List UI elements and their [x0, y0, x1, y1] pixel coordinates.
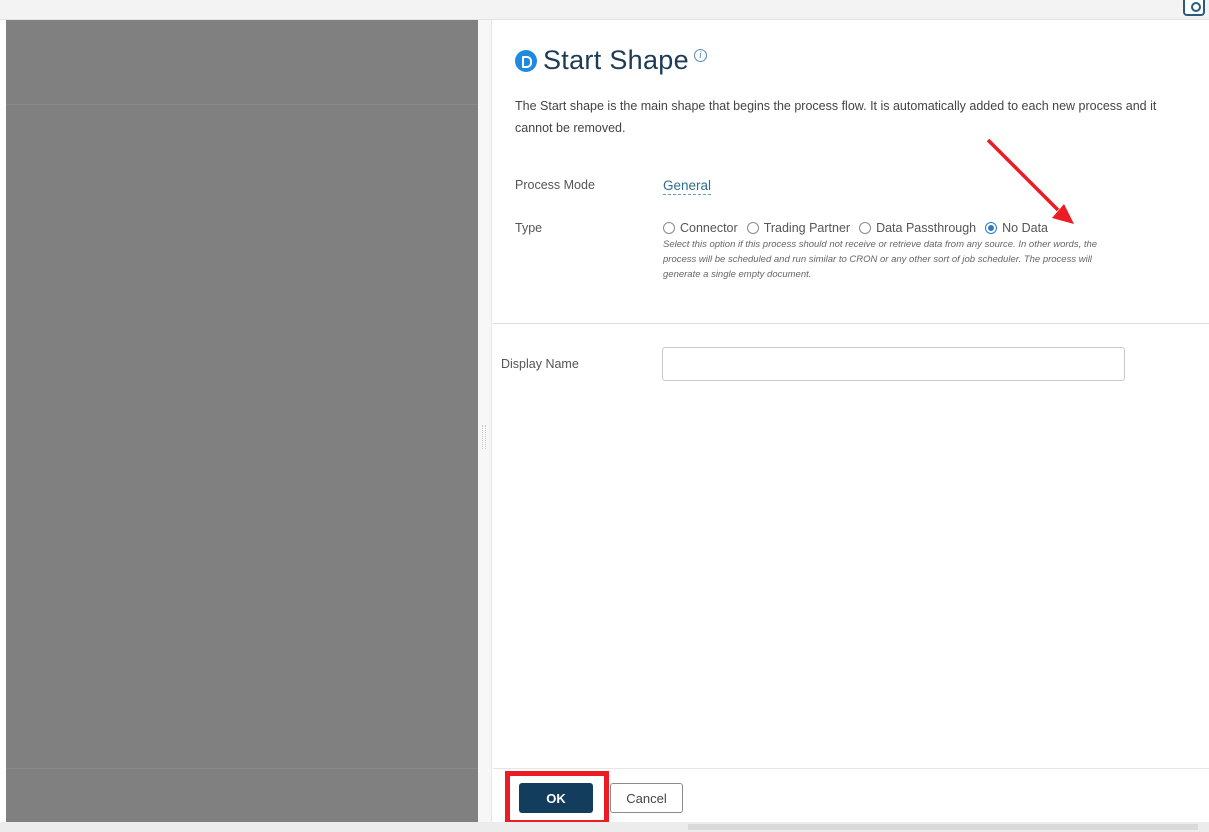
settings-icon[interactable]: [1183, 0, 1205, 16]
radio-trading-partner-label: Trading Partner: [763, 221, 851, 235]
radio-no-data[interactable]: [985, 222, 998, 234]
panel-description: The Start shape is the main shape that b…: [515, 99, 1157, 135]
radio-trading-partner[interactable]: [746, 222, 759, 234]
panel-splitter[interactable]: [478, 20, 492, 822]
radio-connector-label: Connector: [680, 221, 738, 235]
drag-handle-icon[interactable]: [482, 425, 486, 449]
type-label: Type: [515, 221, 543, 235]
type-hint-text: Select this option if this process shoul…: [663, 239, 1098, 280]
canvas-guide-line: [6, 768, 478, 769]
radio-data-passthrough[interactable]: [859, 222, 872, 234]
process-mode-label: Process Mode: [515, 178, 595, 192]
type-option-connector[interactable]: Connector: [663, 221, 738, 235]
radio-no-data-label: No Data: [1002, 221, 1048, 235]
radio-connector[interactable]: [663, 222, 675, 234]
type-option-trading-partner[interactable]: Trading Partner: [746, 221, 851, 235]
info-icon[interactable]: i: [693, 49, 707, 62]
display-name-label: Display Name: [501, 357, 579, 371]
page-title: Start Shape: [543, 45, 689, 75]
process-mode-link[interactable]: General: [663, 178, 712, 195]
display-name-input[interactable]: [662, 347, 1125, 381]
type-option-data-passthrough[interactable]: Data Passthrough: [859, 221, 976, 235]
process-canvas[interactable]: [6, 20, 478, 822]
top-toolbar: [0, 0, 1209, 20]
radio-data-passthrough-label: Data Passthrough: [876, 221, 977, 235]
section-divider: [493, 323, 1209, 324]
start-shape-icon: [515, 49, 537, 72]
panel-footer: OK Cancel: [493, 768, 1209, 825]
status-bar: [0, 822, 1209, 832]
type-radio-group: Connector Trading Partner Data Passthrou…: [663, 221, 1057, 235]
type-option-no-data[interactable]: No Data: [985, 221, 1048, 235]
cancel-button[interactable]: Cancel: [610, 783, 683, 813]
status-bar-text: [688, 824, 1198, 830]
annotation-highlight-box: [505, 771, 609, 825]
start-shape-panel: Start Shape i The Start shape is the mai…: [493, 20, 1209, 825]
panel-header: Start Shape i: [515, 45, 707, 76]
canvas-guide-line: [6, 104, 478, 105]
